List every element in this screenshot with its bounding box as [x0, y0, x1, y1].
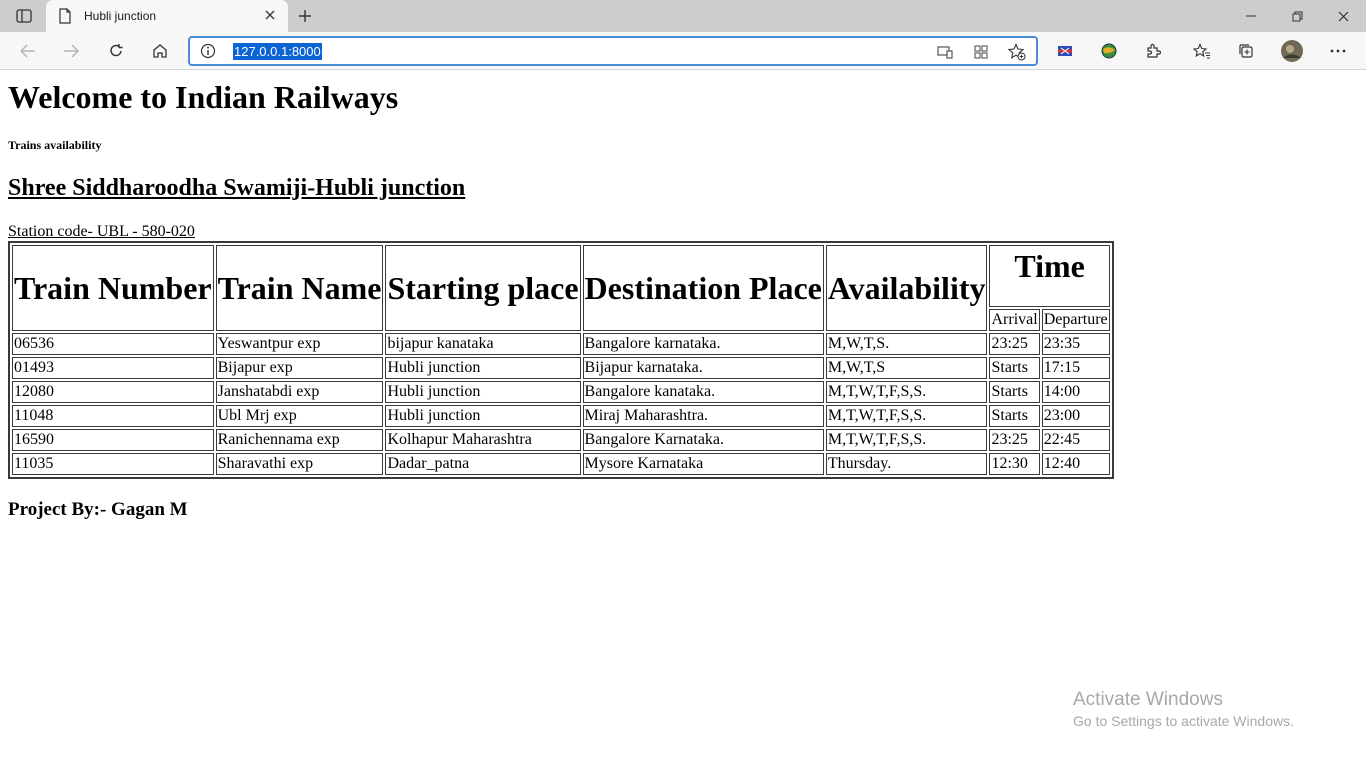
cell-availability: M,T,W,T,F,S,S. [825, 405, 988, 427]
table-row: 01493 Bijapur exp Hubli junction Bijapur… [12, 357, 1110, 379]
extension-globe-icon[interactable] [1095, 38, 1123, 64]
minimize-icon[interactable] [1228, 0, 1274, 32]
watermark-title: Activate Windows [1073, 689, 1223, 710]
extension-flag-icon[interactable] [1051, 38, 1079, 64]
cell-train-number: 11048 [12, 405, 214, 427]
collections-icon[interactable] [1232, 38, 1260, 64]
cell-train-name: Yeswantpur exp [215, 333, 384, 355]
cell-destination-place: Bangalore karnataka. [582, 333, 824, 355]
read-aloud-icon[interactable] [936, 43, 954, 61]
apps-icon[interactable] [972, 43, 990, 61]
cell-train-name: Sharavathi exp [215, 453, 384, 475]
favorites-icon[interactable] [1188, 38, 1216, 64]
home-icon[interactable] [146, 38, 174, 64]
cell-starting-place: Kolhapur Maharashtra [385, 429, 581, 451]
refresh-icon[interactable] [102, 38, 130, 64]
table-row: 11048 Ubl Mrj exp Hubli junction Miraj M… [12, 405, 1110, 427]
close-window-icon[interactable] [1320, 0, 1366, 32]
header-departure: Departure [1041, 309, 1110, 331]
more-menu-icon[interactable] [1324, 38, 1352, 64]
cell-train-name: Ubl Mrj exp [215, 405, 384, 427]
tab-title: Hubli junction [84, 9, 157, 23]
cell-availability: M,W,T,S. [825, 333, 988, 355]
table-row: 12080 Janshatabdi exp Hubli junction Ban… [12, 381, 1110, 403]
header-arrival: Arrival [989, 309, 1040, 331]
browser-toolbar: 127.0.0.1:8000 [0, 32, 1366, 70]
project-credit: Project By:- Gagan M [8, 499, 188, 520]
cell-train-name: Janshatabdi exp [215, 381, 384, 403]
cell-departure: 12:40 [1041, 453, 1110, 475]
table-row: 16590 Ranichennama exp Kolhapur Maharash… [12, 429, 1110, 451]
cell-destination-place: Miraj Maharashtra. [582, 405, 824, 427]
cell-arrival: Starts [989, 381, 1040, 403]
cell-arrival: 23:25 [989, 429, 1040, 451]
address-bar[interactable]: 127.0.0.1:8000 [188, 36, 1038, 66]
restore-icon[interactable] [1274, 0, 1320, 32]
cell-train-number: 11035 [12, 453, 214, 475]
info-icon[interactable] [200, 43, 216, 64]
cell-departure: 22:45 [1041, 429, 1110, 451]
cell-departure: 23:35 [1041, 333, 1110, 355]
cell-destination-place: Bangalore Karnataka. [582, 429, 824, 451]
cell-availability: M,T,W,T,F,S,S. [825, 381, 988, 403]
cell-destination-place: Bijapur karnataka. [582, 357, 824, 379]
cell-train-number: 06536 [12, 333, 214, 355]
table-row: 06536 Yeswantpur exp bijapur kanataka Ba… [12, 333, 1110, 355]
header-starting-place: Starting place [385, 245, 581, 331]
cell-arrival: 12:30 [989, 453, 1040, 475]
cell-arrival: Starts [989, 357, 1040, 379]
cell-arrival: Starts [989, 405, 1040, 427]
tab-bar: Hubli junction [0, 0, 1366, 32]
cell-availability: M,W,T,S [825, 357, 988, 379]
trains-table: Train Number Train Name Starting place D… [8, 241, 1114, 479]
page-icon [58, 8, 72, 27]
header-availability: Availability [825, 245, 988, 331]
table-row: 11035 Sharavathi exp Dadar_patna Mysore … [12, 453, 1110, 475]
back-icon[interactable] [14, 38, 42, 64]
cell-starting-place: Hubli junction [385, 405, 581, 427]
header-train-number: Train Number [12, 245, 214, 331]
cell-destination-place: Mysore Karnataka [582, 453, 824, 475]
tab-actions-icon[interactable] [10, 6, 38, 26]
browser-tab[interactable]: Hubli junction [46, 0, 288, 32]
cell-destination-place: Bangalore kanataka. [582, 381, 824, 403]
page-heading: Welcome to Indian Railways [8, 79, 399, 115]
cell-train-number: 16590 [12, 429, 214, 451]
cell-train-number: 01493 [12, 357, 214, 379]
header-train-name: Train Name [215, 245, 384, 331]
watermark-subtitle: Go to Settings to activate Windows. [1073, 713, 1294, 729]
forward-icon[interactable] [57, 38, 85, 64]
profile-avatar[interactable] [1278, 38, 1306, 64]
extensions-icon[interactable] [1139, 38, 1167, 64]
cell-departure: 14:00 [1041, 381, 1110, 403]
station-code: Station code- UBL - 580-020 [8, 223, 195, 240]
cell-availability: M,T,W,T,F,S,S. [825, 429, 988, 451]
cell-starting-place: Hubli junction [385, 357, 581, 379]
add-favorite-icon[interactable] [1008, 43, 1026, 61]
cell-train-name: Ranichennama exp [215, 429, 384, 451]
cell-starting-place: Hubli junction [385, 381, 581, 403]
close-tab-icon[interactable] [262, 7, 278, 23]
cell-departure: 23:00 [1041, 405, 1110, 427]
cell-departure: 17:15 [1041, 357, 1110, 379]
header-time: Time [989, 245, 1110, 307]
station-title: Shree Siddharoodha Swamiji-Hubli junctio… [8, 175, 466, 201]
cell-starting-place: Dadar_patna [385, 453, 581, 475]
cell-arrival: 23:25 [989, 333, 1040, 355]
header-destination-place: Destination Place [582, 245, 824, 331]
activation-watermark: Activate Windows Go to Settings to activ… [1073, 689, 1294, 729]
cell-availability: Thursday. [825, 453, 988, 475]
page-subtitle: Trains availability [8, 138, 102, 152]
new-tab-icon[interactable] [294, 6, 316, 26]
url-text[interactable]: 127.0.0.1:8000 [233, 43, 322, 60]
cell-train-number: 12080 [12, 381, 214, 403]
cell-starting-place: bijapur kanataka [385, 333, 581, 355]
cell-train-name: Bijapur exp [215, 357, 384, 379]
